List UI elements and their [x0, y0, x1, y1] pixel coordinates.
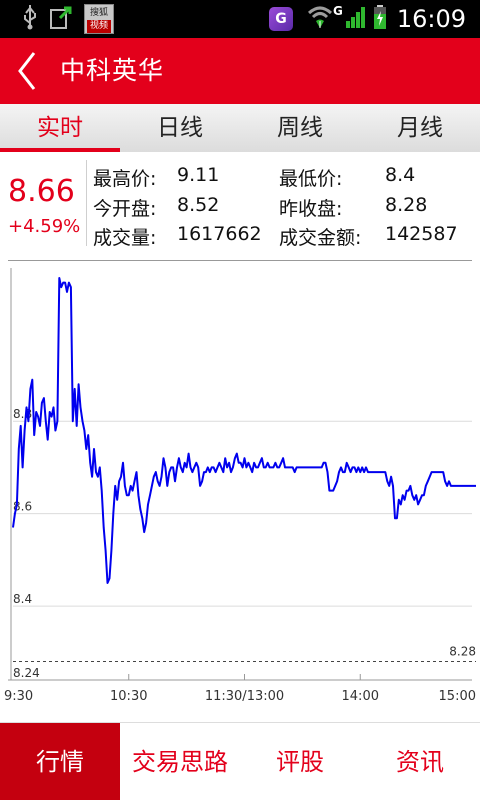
- amount-value: 142587: [385, 223, 458, 245]
- usb-icon: [22, 4, 38, 34]
- y-tick-label: 8.4: [13, 592, 32, 606]
- status-left: 搜狐 视频: [22, 4, 114, 34]
- high-value: 9.11: [177, 164, 220, 186]
- open-value: 8.52: [177, 194, 220, 216]
- clock: 16:09: [396, 5, 466, 33]
- tab-realtime[interactable]: 实时: [0, 104, 120, 152]
- tab-monthly[interactable]: 月线: [360, 104, 480, 152]
- y-tick-label: 8.24: [13, 666, 40, 680]
- low-label: 最低价:: [279, 168, 343, 190]
- prev-close-label: 8.28: [449, 645, 476, 659]
- nav-market[interactable]: 行情: [0, 723, 120, 800]
- tab-daily[interactable]: 日线: [120, 104, 240, 152]
- amount-label: 成交金额:: [279, 227, 362, 249]
- change-percent: +4.59%: [8, 216, 81, 237]
- tab-weekly[interactable]: 周线: [240, 104, 360, 152]
- bottom-nav: 行情 交易思路 评股 资讯: [0, 722, 480, 800]
- x-tick-label: 10:30: [110, 689, 147, 704]
- nav-news[interactable]: 资讯: [360, 723, 480, 800]
- back-button[interactable]: [14, 51, 42, 91]
- price-series-line: [12, 277, 476, 584]
- x-tick-label: 14:00: [342, 689, 379, 704]
- x-tick-label: 11:30/13:00: [205, 689, 284, 704]
- high-label: 最高价:: [93, 168, 157, 190]
- x-tick-label: 15:00: [439, 689, 476, 704]
- divider: [86, 160, 87, 246]
- app-notification-icon: G: [268, 7, 293, 31]
- network-type: G: [332, 4, 343, 18]
- prev-close-label: 昨收盘:: [279, 198, 343, 220]
- share-icon: [48, 4, 74, 34]
- chevron-left-icon: [18, 52, 36, 90]
- signal-icon: [345, 5, 367, 33]
- quote-panel: 8.66 +4.59% 最高价: 9.11 最低价: 8.4 今开盘: 8.52…: [0, 152, 480, 252]
- app-header: 中科英华: [0, 38, 480, 104]
- low-value: 8.4: [385, 164, 416, 186]
- period-tabs: 实时 日线 周线 月线: [0, 104, 480, 152]
- sohu-video-icon: 搜狐 视频: [84, 4, 114, 34]
- page-title: 中科英华: [60, 56, 165, 85]
- open-label: 今开盘:: [93, 198, 157, 220]
- current-price: 8.66: [8, 174, 75, 209]
- prev-close-value: 8.28: [385, 194, 428, 216]
- status-bar: 搜狐 视频 G G 16:09: [0, 0, 480, 38]
- nav-stock-review[interactable]: 评股: [240, 723, 360, 800]
- chart-top-rule: [8, 260, 472, 261]
- intraday-chart-svg: 8.88.68.48.248.289:30 10:30 11:30/13:00 14:…: [4, 268, 476, 704]
- status-right: G G 16:09: [268, 0, 480, 38]
- nav-trading-ideas[interactable]: 交易思路: [120, 723, 240, 800]
- volume-label: 成交量:: [93, 227, 157, 249]
- wifi-icon: [307, 5, 333, 33]
- intraday-chart[interactable]: 8.8 8.6 8.4 8.24 8.28 9:30 10:30 11:30/13:00 14:…: [0, 258, 480, 710]
- volume-value: 1617662: [177, 223, 262, 245]
- x-tick-label: 9:30: [4, 689, 33, 704]
- battery-icon: [373, 4, 387, 34]
